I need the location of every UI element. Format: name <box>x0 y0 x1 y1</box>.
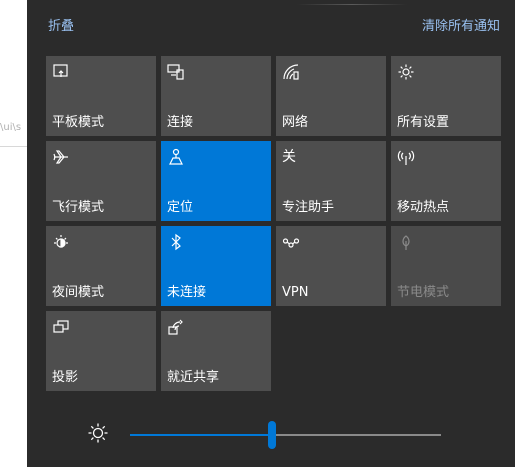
night-light-icon <box>52 233 70 251</box>
tile-mobile-hotspot[interactable]: 移动热点 <box>391 141 501 221</box>
nearby-share-icon <box>167 318 185 336</box>
tile-connect[interactable]: 连接 <box>161 56 271 136</box>
background-window: \ui\s <box>0 0 27 467</box>
tile-tablet-mode[interactable]: 平板模式 <box>46 56 156 136</box>
gear-icon <box>397 63 415 81</box>
vpn-icon <box>282 233 300 251</box>
tile-label: 定位 <box>167 200 194 215</box>
tile-label: 连接 <box>167 115 194 130</box>
hotspot-icon <box>397 148 415 166</box>
project-icon <box>52 318 70 336</box>
battery-saver-icon <box>397 233 415 251</box>
background-divider <box>0 146 27 147</box>
tablet-mode-icon <box>52 63 70 81</box>
tile-label: 投影 <box>52 370 79 385</box>
brightness-slider-thumb[interactable] <box>268 421 276 449</box>
tile-battery-saver: 节电模式 <box>391 226 501 306</box>
tile-label: 未连接 <box>167 285 207 300</box>
tile-label: 飞行模式 <box>52 200 105 215</box>
tile-focus-assist[interactable]: 关 专注助手 <box>276 141 386 221</box>
tile-project[interactable]: 投影 <box>46 311 156 391</box>
tile-bluetooth[interactable]: 未连接 <box>161 226 271 306</box>
tile-vpn[interactable]: VPN <box>276 226 386 306</box>
tile-night-light[interactable]: 夜间模式 <box>46 226 156 306</box>
tile-label: 网络 <box>282 115 309 130</box>
tile-label: 节电模式 <box>397 285 450 300</box>
tile-airplane-mode[interactable]: 飞行模式 <box>46 141 156 221</box>
tile-label: 移动热点 <box>397 200 450 215</box>
tile-label: 平板模式 <box>52 115 105 130</box>
brightness-control <box>27 405 515 467</box>
action-center-panel: 折叠 清除所有通知 平板模式 连接 网络 所有设置 飞行模式 定位 关 专注助手… <box>27 0 515 467</box>
network-icon <box>282 63 300 81</box>
background-text-fragment: \ui\s <box>0 122 22 133</box>
tile-nearby-share[interactable]: 就近共享 <box>161 311 271 391</box>
tile-network[interactable]: 网络 <box>276 56 386 136</box>
bluetooth-icon <box>167 233 185 251</box>
focus-assist-icon: 关 <box>282 149 296 165</box>
tile-label: 所有设置 <box>397 115 450 130</box>
airplane-icon <box>52 148 70 166</box>
tile-all-settings[interactable]: 所有设置 <box>391 56 501 136</box>
tile-label: 专注助手 <box>282 200 335 215</box>
sun-icon <box>87 422 109 444</box>
brightness-slider-track[interactable] <box>272 434 441 436</box>
tile-label: VPN <box>282 285 309 300</box>
tile-location[interactable]: 定位 <box>161 141 271 221</box>
tile-label: 夜间模式 <box>52 285 105 300</box>
brightness-slider-fill[interactable] <box>130 434 272 436</box>
location-icon <box>167 148 185 166</box>
clear-all-notifications-link[interactable]: 清除所有通知 <box>422 15 500 34</box>
tile-label: 就近共享 <box>167 370 220 385</box>
connect-icon <box>167 63 185 81</box>
collapse-link[interactable]: 折叠 <box>48 15 74 34</box>
section-divider <box>297 4 407 5</box>
